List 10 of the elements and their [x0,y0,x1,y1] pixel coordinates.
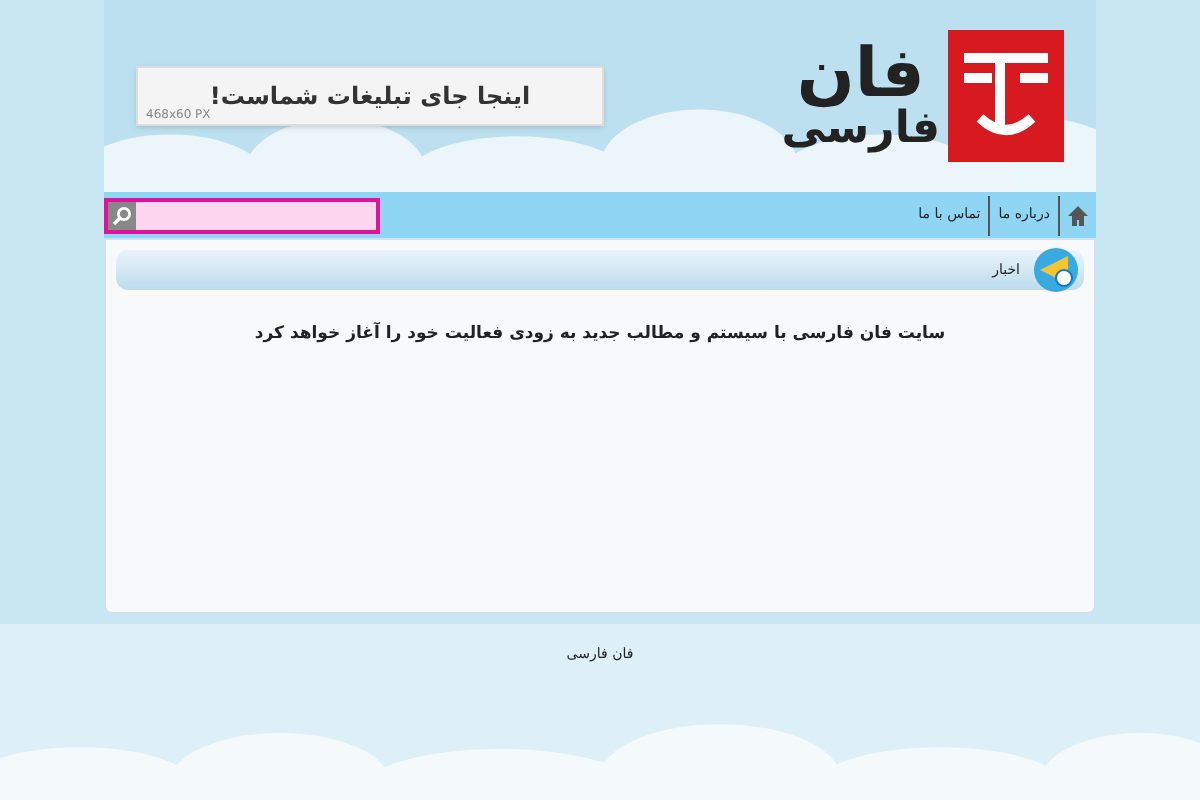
search-field[interactable] [104,197,380,233]
ad-text: اینجا جای تبلیغات شماست! [209,80,531,110]
home-icon[interactable] [1066,203,1090,227]
megaphone-icon [1028,244,1084,296]
news-message: سایت فان فارسی با سیستم و مطالب جدید به زودی فعالیت خود را آغاز خواهد کرد [252,322,948,348]
logo-subtitle: فارسی [781,108,940,152]
search-icon [112,205,132,225]
logo-icon [948,30,1064,162]
search-button[interactable] [108,201,136,229]
logo-title: فان [796,40,925,108]
